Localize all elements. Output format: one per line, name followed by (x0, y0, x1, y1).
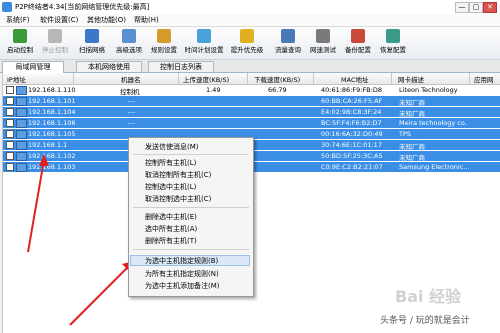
menu-send-message[interactable]: 发送信使消息(M) (145, 142, 199, 152)
arrow-up (27, 159, 45, 253)
menu-separator (133, 249, 249, 250)
menu-uncontrol-selected[interactable]: 取消控制选中主机(C) (145, 194, 211, 204)
arrow-up-head (39, 154, 49, 166)
menu-separator (133, 154, 249, 155)
footer-credit: 头条号 / 玩的就是会计 (380, 316, 470, 326)
menu-separator (133, 207, 249, 208)
menu-control-all[interactable]: 控制所有主机(L) (145, 158, 196, 168)
menu-delete-all[interactable]: 删除所有主机(T) (145, 236, 197, 246)
context-menu: 发送信使消息(M) 控制所有主机(L) 取消控制所有主机(C) 控制选中主机(L… (128, 137, 254, 297)
menu-assign-rule-all[interactable]: 为所有主机指定规则(N) (145, 269, 219, 279)
menu-select-all[interactable]: 选中所有主机(A) (145, 224, 197, 234)
menu-assign-rule-selected[interactable]: 为选中主机指定规则(B) (130, 255, 250, 266)
menu-uncontrol-all[interactable]: 取消控制所有主机(C) (145, 170, 211, 180)
arrow-right (69, 266, 129, 326)
baidu-watermark: Bai 经验 (395, 287, 462, 306)
menu-control-selected[interactable]: 控制选中主机(L) (145, 182, 196, 192)
menu-add-note-selected[interactable]: 为选中主机添加备注(M) (145, 281, 220, 291)
menu-delete-selected[interactable]: 删除选中主机(E) (145, 212, 197, 222)
